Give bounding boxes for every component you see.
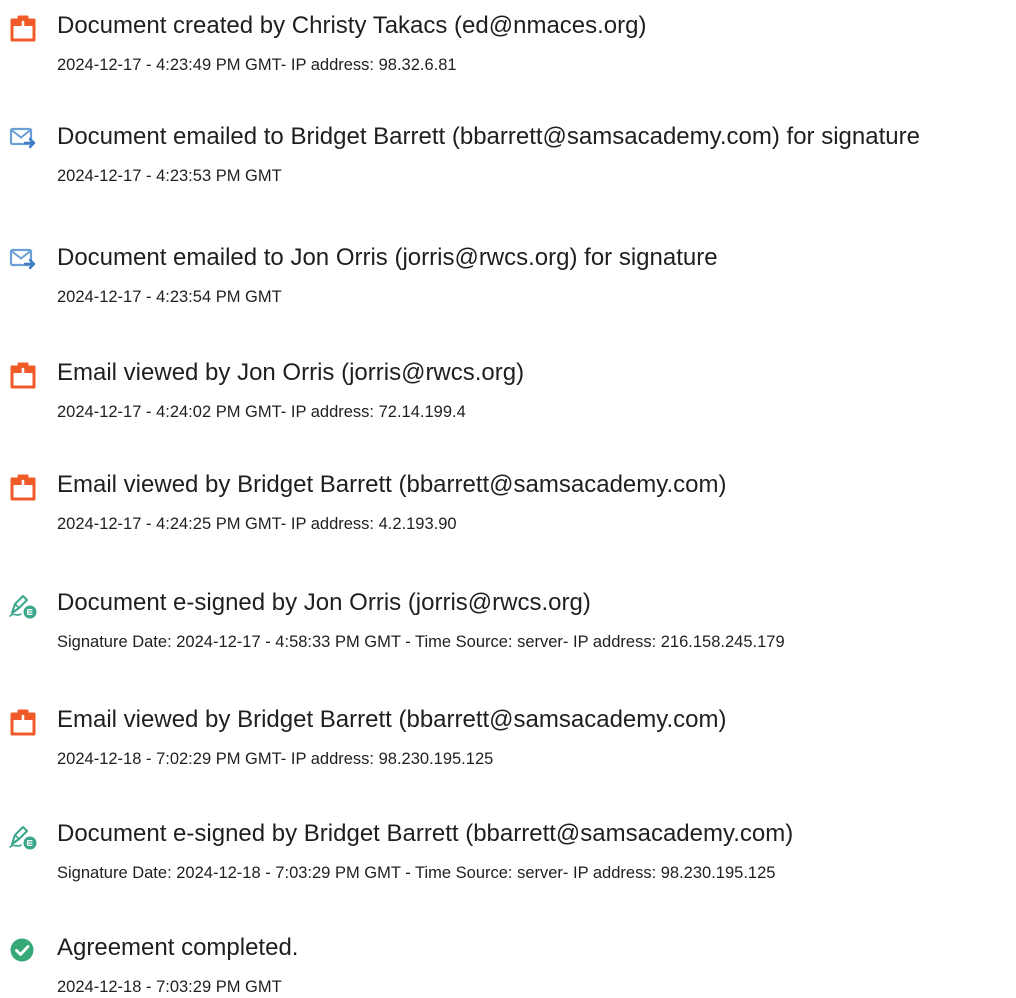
event-title: Document emailed to Bridget Barrett (bba… <box>57 123 920 150</box>
document-created-icon <box>8 13 38 43</box>
e-sign-icon <box>8 821 38 851</box>
event-title: Document created by Christy Takacs (ed@n… <box>57 12 647 39</box>
event-detail: 2024-12-17 - 4:24:02 PM GMT- IP address:… <box>57 403 466 421</box>
event-detail: 2024-12-18 - 7:02:29 PM GMT- IP address:… <box>57 750 494 768</box>
event-detail: 2024-12-17 - 4:23:49 PM GMT- IP address:… <box>57 56 457 74</box>
event-title: Email viewed by Bridget Barrett (bbarret… <box>57 706 727 733</box>
document-viewed-icon <box>8 707 38 737</box>
event-detail: 2024-12-17 - 4:24:25 PM GMT- IP address:… <box>57 515 457 533</box>
event-title: Document emailed to Jon Orris (jorris@rw… <box>57 244 718 271</box>
agreement-completed-icon <box>8 935 38 965</box>
document-viewed-icon <box>8 360 38 390</box>
e-sign-icon <box>8 590 38 620</box>
event-detail: Signature Date: 2024-12-18 - 7:03:29 PM … <box>57 864 776 882</box>
document-viewed-icon <box>8 472 38 502</box>
event-detail: 2024-12-17 - 4:23:54 PM GMT <box>57 288 282 306</box>
event-title: Email viewed by Bridget Barrett (bbarret… <box>57 471 727 498</box>
event-detail: 2024-12-17 - 4:23:53 PM GMT <box>57 167 282 185</box>
email-sent-icon <box>8 245 38 275</box>
event-title: Email viewed by Jon Orris (jorris@rwcs.o… <box>57 359 525 386</box>
event-title: Document e-signed by Bridget Barrett (bb… <box>57 820 794 847</box>
event-title: Document e-signed by Jon Orris (jorris@r… <box>57 589 591 616</box>
event-title: Agreement completed. <box>57 934 299 961</box>
email-sent-icon <box>8 124 38 154</box>
event-detail: Signature Date: 2024-12-17 - 4:58:33 PM … <box>57 633 785 651</box>
